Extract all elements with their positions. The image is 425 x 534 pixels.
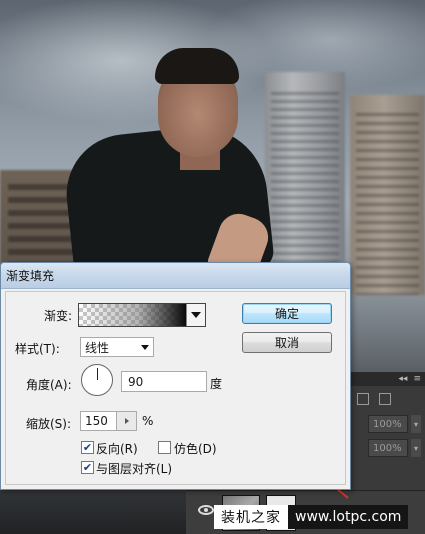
opacity-row: 100% ▾ <box>347 412 425 436</box>
gradient-preview-swatch[interactable] <box>79 304 187 326</box>
building-center <box>265 72 345 292</box>
chevron-down-icon <box>191 312 201 318</box>
style-label: 样式(T): <box>15 342 60 356</box>
reverse-label[interactable]: 反向(R) <box>96 440 138 457</box>
scale-label: 缩放(S): <box>26 417 72 431</box>
visibility-eye-icon[interactable] <box>198 505 214 515</box>
align-with-layer-checkbox[interactable]: ✔ <box>81 461 94 474</box>
style-value: 线性 <box>85 340 110 355</box>
scale-slider-button[interactable] <box>117 411 137 431</box>
checkmark-icon: ✔ <box>82 461 93 474</box>
gradient-picker[interactable] <box>78 303 206 327</box>
angle-label: 角度(A): <box>26 378 72 392</box>
style-select[interactable]: 线性 <box>80 337 154 357</box>
gradient-label: 渐变: <box>44 309 73 323</box>
reverse-checkbox[interactable]: ✔ <box>81 441 94 454</box>
angle-unit: 度 <box>210 377 223 391</box>
panel-topbar: ◂◂ ≡ <box>347 372 425 386</box>
opacity-field[interactable]: 100% <box>368 415 408 433</box>
watermark-brand: 装机之家 <box>214 505 288 529</box>
watermark: 装机之家 www.lotpc.com <box>214 505 409 529</box>
lock-position-icon[interactable] <box>357 393 369 405</box>
angle-input[interactable]: 90 <box>121 371 207 392</box>
dither-label[interactable]: 仿色(D) <box>174 440 217 457</box>
dither-checkbox[interactable] <box>158 441 171 454</box>
building-right <box>350 95 425 295</box>
watermark-url: www.lotpc.com <box>288 505 409 529</box>
dialog-title: 渐变填充 <box>6 269 55 283</box>
layers-panel: ◂◂ ≡ 100% ▾ 100% ▾ <box>346 372 425 490</box>
scale-input[interactable]: 150 <box>80 411 117 431</box>
panel-menu-icon[interactable]: ≡ <box>413 374 421 384</box>
gradient-dropdown-button[interactable] <box>187 304 205 326</box>
layer-lock-icons <box>347 386 425 412</box>
person-hair <box>155 48 239 84</box>
cancel-button[interactable]: 取消 <box>242 332 332 353</box>
scale-unit: % <box>142 414 154 428</box>
fill-field[interactable]: 100% <box>368 439 408 457</box>
checkmark-icon: ✔ <box>82 441 93 454</box>
angle-dial[interactable] <box>81 364 113 396</box>
ok-button[interactable]: 确定 <box>242 303 332 324</box>
chevron-down-icon <box>141 345 149 350</box>
fill-dropdown-icon[interactable]: ▾ <box>411 439 421 457</box>
chevron-right-icon <box>124 418 129 424</box>
fill-row: 100% ▾ <box>347 436 425 460</box>
lock-all-icon[interactable] <box>379 393 391 405</box>
collapse-icon[interactable]: ◂◂ <box>398 374 407 384</box>
opacity-dropdown-icon[interactable]: ▾ <box>411 415 421 433</box>
align-with-layer-label[interactable]: 与图层对齐(L) <box>96 460 172 477</box>
dialog-titlebar[interactable]: 渐变填充 <box>1 263 350 289</box>
